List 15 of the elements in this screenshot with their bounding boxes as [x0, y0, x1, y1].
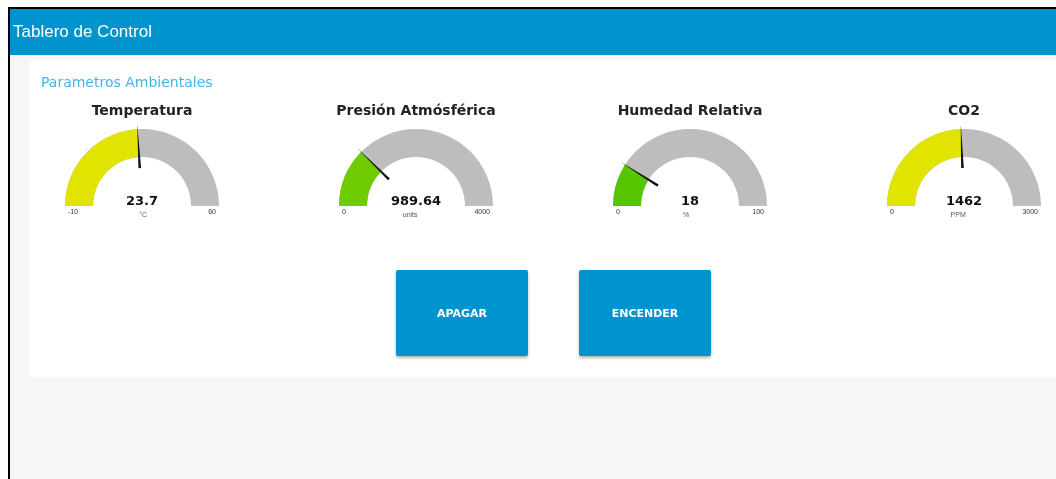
app-title: Tablero de Control: [13, 22, 152, 42]
gauge-needle: [619, 161, 659, 187]
action-button[interactable]: APAGAR: [396, 270, 528, 356]
gauge-value: 23.7: [125, 193, 159, 208]
gauge-title: Humedad Relativa: [617, 102, 763, 120]
gauge-value: 18: [680, 193, 700, 208]
gauge-title: Temperatura: [91, 102, 193, 120]
gauge-title: CO2: [948, 102, 980, 120]
action-button[interactable]: ENCENDER: [579, 270, 711, 356]
gauge-value: 1462: [945, 193, 983, 208]
group-title: Parametros Ambientales: [41, 74, 214, 90]
gauge-needle: [137, 126, 142, 169]
gauge-needle: [356, 147, 390, 181]
gauge-title: Presión Atmósférica: [336, 102, 496, 120]
gauge-value: 989.64: [390, 193, 442, 208]
